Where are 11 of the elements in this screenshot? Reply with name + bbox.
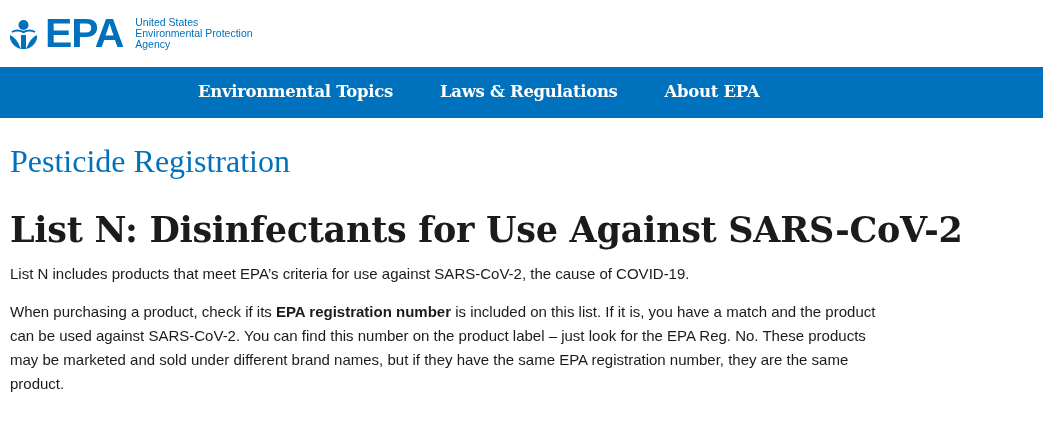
- logo-icon: [10, 18, 37, 49]
- logo-wordmark: EPA: [45, 13, 124, 54]
- agency-name-line: United States: [135, 17, 200, 28]
- nav-link[interactable]: Environmental Topics: [198, 80, 393, 105]
- section-title: Pesticide Registration: [10, 145, 291, 177]
- paragraph: When purchasing a product, check if its EPA registration number is included on this list. If it is, you have a match and the product can be used against SARS-CoV-2. You can find this number on the product label – just look for the EPA Reg. No. These products may be marketed and sold under different brand names, but if they have the same EPA registration number, they are the same product.: [10, 302, 877, 394]
- agency-name-line: Environmental Protection: [135, 28, 253, 39]
- agency-name-line: Agency: [135, 39, 172, 50]
- paragraph: List N includes products that meet EPA’s criteria for use against SARS-CoV-2, the cause of COVID-19.: [10, 264, 691, 284]
- nav-link[interactable]: Laws & Regulations: [439, 80, 618, 105]
- nav-link[interactable]: About EPA: [664, 80, 760, 105]
